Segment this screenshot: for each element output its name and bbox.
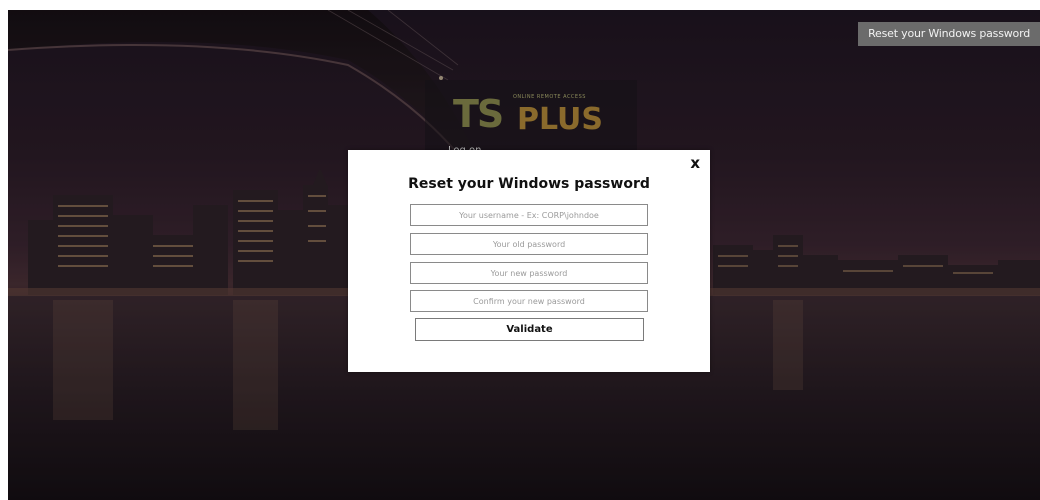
reset-windows-password-button[interactable]: Reset your Windows password (858, 22, 1040, 46)
old-password-input[interactable] (410, 233, 648, 255)
validate-button[interactable]: Validate (415, 318, 644, 341)
new-password-input[interactable] (410, 262, 648, 284)
tsplus-logo-ts: TS (453, 92, 504, 136)
logo-tagline: ONLINE REMOTE ACCESS (513, 94, 586, 100)
confirm-password-input[interactable] (410, 290, 648, 312)
tsplus-logo-plus: PLUS (517, 102, 604, 137)
reset-password-dialog: x Reset your Windows password Validate (348, 150, 710, 372)
dialog-title: Reset your Windows password (408, 176, 650, 192)
login-panel: ONLINE REMOTE ACCESS TS PLUS Log on (425, 80, 637, 160)
close-icon[interactable]: x (690, 154, 700, 172)
username-input[interactable] (410, 204, 648, 226)
